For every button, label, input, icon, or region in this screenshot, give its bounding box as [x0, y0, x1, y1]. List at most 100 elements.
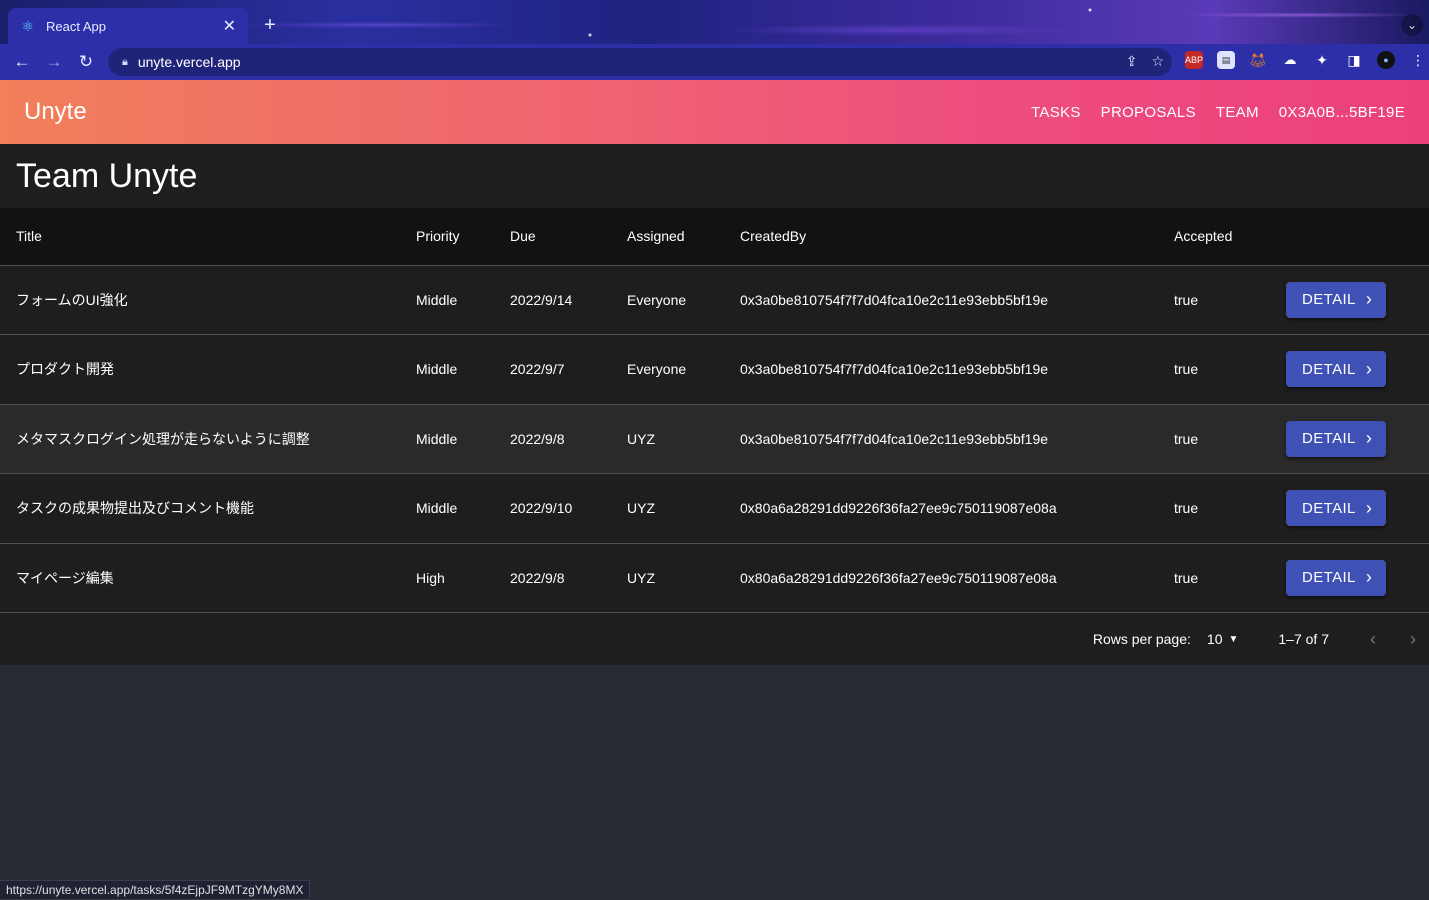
- lock-icon[interactable]: 🔒︎: [122, 56, 128, 69]
- detail-button[interactable]: DETAIL ›: [1286, 420, 1387, 457]
- column-header-assigned: Assigned: [611, 208, 724, 266]
- cell-accepted: true: [1158, 473, 1270, 544]
- cell-assigned: UYZ: [611, 543, 724, 613]
- url-text: unyte.vercel.app: [137, 54, 241, 70]
- cell-accepted: true: [1158, 265, 1270, 335]
- browser-tab[interactable]: ⚛ React App ✕: [8, 8, 248, 44]
- cell-accepted: true: [1158, 404, 1270, 474]
- column-header-actions: [1270, 208, 1429, 266]
- tab-search-icon[interactable]: ⌄: [1401, 14, 1423, 36]
- cell-assigned: Everyone: [611, 334, 724, 405]
- column-header-priority: Priority: [400, 208, 494, 266]
- back-icon[interactable]: ←: [6, 52, 38, 72]
- cell-title: プロダクト開発: [0, 334, 400, 405]
- detail-button-label: DETAIL: [1302, 430, 1356, 448]
- cell-accepted: true: [1158, 543, 1270, 613]
- cell-assigned: UYZ: [611, 473, 724, 544]
- cell-createdby: 0x3a0be810754f7f7d04fca10e2c11e93ebb5bf1…: [724, 265, 1158, 335]
- share-icon[interactable]: ⇪: [1126, 53, 1138, 70]
- cell-createdby: 0x3a0be810754f7f7d04fca10e2c11e93ebb5bf1…: [724, 404, 1158, 474]
- detail-button[interactable]: DETAIL ›: [1286, 351, 1387, 388]
- table-pagination: Rows per page: 10 ▼ 1–7 of 7 ‹ ›: [0, 613, 1429, 665]
- detail-button[interactable]: DETAIL ›: [1286, 281, 1387, 318]
- chevron-right-icon: ›: [1365, 289, 1373, 310]
- detail-button[interactable]: DETAIL ›: [1286, 559, 1387, 596]
- task-table: Title Priority Due Assigned CreatedBy Ac…: [0, 208, 1429, 613]
- cell-actions: DETAIL ›: [1270, 404, 1429, 474]
- cell-actions: DETAIL ›: [1270, 543, 1429, 613]
- chevron-right-icon: ›: [1365, 567, 1373, 588]
- star-icon[interactable]: ☆: [1151, 53, 1164, 70]
- next-page-icon[interactable]: ›: [1403, 629, 1423, 650]
- column-header-title: Title: [0, 208, 400, 266]
- profile-avatar[interactable]: ●: [1377, 51, 1395, 69]
- detail-button-label: DETAIL: [1302, 291, 1356, 309]
- puzzle-icon[interactable]: ✦: [1313, 51, 1331, 69]
- table-row: タスクの成果物提出及びコメント機能 Middle 2022/9/10 UYZ 0…: [0, 473, 1429, 544]
- metamask-icon[interactable]: 🦊︎: [1249, 51, 1267, 69]
- cell-priority: Middle: [400, 473, 494, 544]
- nav-tasks[interactable]: TASKS: [1031, 104, 1081, 121]
- cell-priority: Middle: [400, 265, 494, 335]
- browser-toolbar: ← → ↻ 🔒︎ unyte.vercel.app ⇪ ☆: [0, 44, 1429, 80]
- brand-logo[interactable]: Unyte: [24, 98, 87, 126]
- reload-icon[interactable]: ↻: [70, 52, 102, 72]
- cell-title: タスクの成果物提出及びコメント機能: [0, 473, 400, 544]
- tab-title: React App: [46, 18, 106, 34]
- chevron-right-icon: ›: [1365, 497, 1373, 518]
- sidepanel-icon[interactable]: ◨: [1345, 51, 1363, 69]
- column-header-accepted: Accepted: [1158, 208, 1270, 266]
- column-header-due: Due: [494, 208, 611, 266]
- cell-due: 2022/9/7: [494, 334, 611, 405]
- detail-button-label: DETAIL: [1302, 360, 1356, 378]
- cell-actions: DETAIL ›: [1270, 265, 1429, 335]
- detail-button-label: DETAIL: [1302, 569, 1356, 587]
- browser-tabstrip: ⚛ React App ✕ + ⌄: [0, 0, 1429, 44]
- nav-team[interactable]: TEAM: [1216, 104, 1259, 121]
- browser-menu-icon[interactable]: ⋮: [1409, 51, 1427, 69]
- cell-actions: DETAIL ›: [1270, 334, 1429, 405]
- extension-cloud-icon[interactable]: ☁: [1281, 51, 1299, 69]
- rows-per-page-label: Rows per page:: [1092, 631, 1191, 647]
- cell-title: フォームのUI強化: [0, 265, 400, 335]
- caret-down-icon: ▼: [1228, 633, 1239, 645]
- chevron-right-icon: ›: [1365, 358, 1373, 379]
- previous-page-icon[interactable]: ‹: [1363, 629, 1383, 650]
- address-bar[interactable]: 🔒︎ unyte.vercel.app ⇪ ☆: [108, 48, 1172, 76]
- nav-proposals[interactable]: PROPOSALS: [1101, 104, 1196, 121]
- cell-assigned: Everyone: [611, 265, 724, 335]
- extension-icon[interactable]: ▤: [1217, 51, 1235, 69]
- cell-title: メタマスクログイン処理が走らないように調整: [0, 404, 400, 474]
- cell-due: 2022/9/8: [494, 404, 611, 474]
- cell-createdby: 0x80a6a28291dd9226f36fa27ee9c750119087e0…: [724, 473, 1158, 544]
- top-nav: TASKS PROPOSALS TEAM 0X3A0B...5BF19E: [1031, 104, 1405, 121]
- table-row: メタマスクログイン処理が走らないように調整 Middle 2022/9/8 UY…: [0, 404, 1429, 474]
- forward-icon[interactable]: →: [38, 52, 70, 72]
- cell-accepted: true: [1158, 334, 1270, 405]
- cell-due: 2022/9/14: [494, 265, 611, 335]
- cell-createdby: 0x3a0be810754f7f7d04fca10e2c11e93ebb5bf1…: [724, 334, 1158, 405]
- close-icon[interactable]: ✕: [223, 16, 236, 36]
- task-table-container: Title Priority Due Assigned CreatedBy Ac…: [0, 208, 1429, 665]
- table-row: マイページ編集 High 2022/9/8 UYZ 0x80a6a28291dd…: [0, 543, 1429, 613]
- cell-priority: High: [400, 543, 494, 613]
- cell-actions: DETAIL ›: [1270, 473, 1429, 544]
- detail-button[interactable]: DETAIL ›: [1286, 490, 1387, 527]
- cell-assigned: UYZ: [611, 404, 724, 474]
- wallet-address[interactable]: 0X3A0B...5BF19E: [1279, 104, 1405, 121]
- adblock-extension-icon[interactable]: ABP: [1185, 51, 1203, 69]
- pagination-range: 1–7 of 7: [1278, 631, 1329, 647]
- table-header-row: Title Priority Due Assigned CreatedBy Ac…: [0, 208, 1429, 266]
- rows-per-page-select[interactable]: 10 ▼: [1207, 631, 1238, 647]
- cell-title: マイページ編集: [0, 543, 400, 613]
- app-bar: Unyte TASKS PROPOSALS TEAM 0X3A0B...5BF1…: [0, 80, 1429, 144]
- table-row: フォームのUI強化 Middle 2022/9/14 Everyone 0x3a…: [0, 265, 1429, 335]
- cell-priority: Middle: [400, 404, 494, 474]
- browser-status-url: https://unyte.vercel.app/tasks/5f4zEjpJF…: [0, 880, 311, 900]
- cell-createdby: 0x80a6a28291dd9226f36fa27ee9c750119087e0…: [724, 543, 1158, 613]
- detail-button-label: DETAIL: [1302, 499, 1356, 517]
- chevron-right-icon: ›: [1365, 428, 1373, 449]
- cell-due: 2022/9/10: [494, 473, 611, 544]
- column-header-createdby: CreatedBy: [724, 208, 1158, 266]
- new-tab-icon[interactable]: +: [258, 14, 282, 37]
